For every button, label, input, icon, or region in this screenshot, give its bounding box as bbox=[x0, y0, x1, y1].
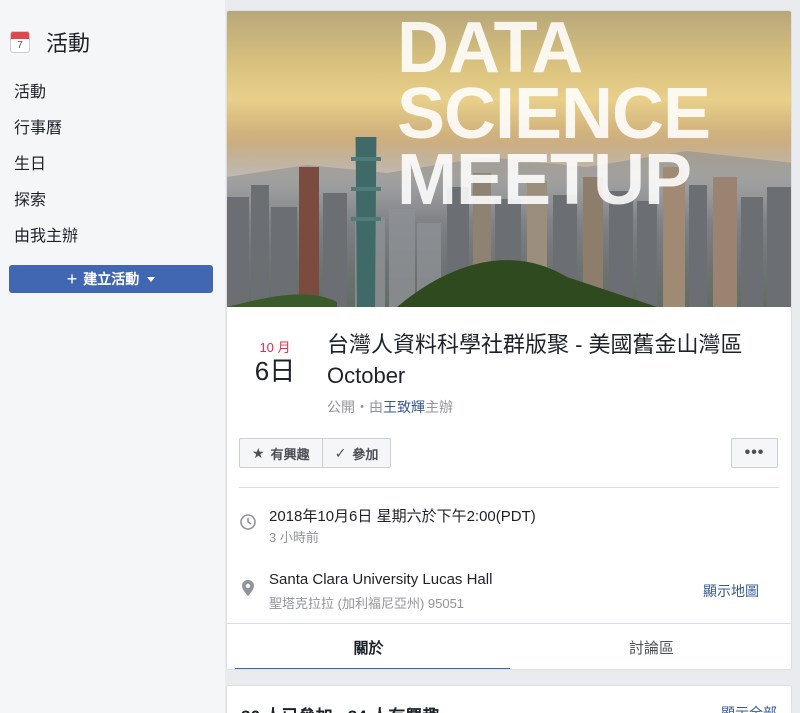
see-all-link[interactable]: 顯示全部 bbox=[721, 703, 777, 713]
tab-about[interactable]: 關於 bbox=[227, 624, 510, 669]
left-sidebar: 7 活動 活動 行事曆 生日 探索 由我主辦 + 建立活動 bbox=[0, 0, 225, 713]
show-map-link[interactable]: 顯示地圖 bbox=[703, 581, 759, 601]
event-title: 台灣人資料科學社群版聚 - 美國舊金山灣區 October bbox=[327, 332, 743, 388]
event-host-suffix: 主辦 bbox=[425, 399, 453, 415]
cover-text: DATA SCIENCE MEETUP bbox=[397, 11, 711, 220]
event-location-address: 聖塔克拉拉 (加利福尼亞州) 95051 bbox=[269, 596, 465, 611]
sidebar-item-birthdays[interactable]: 生日 bbox=[14, 150, 46, 174]
plus-icon: + bbox=[66, 268, 78, 289]
calendar-icon: 7 bbox=[10, 31, 30, 53]
create-event-label: 建立活動 bbox=[83, 271, 140, 287]
event-day: 6日 bbox=[254, 356, 296, 386]
star-icon: ★ bbox=[252, 444, 265, 461]
event-host-link[interactable]: 王致輝 bbox=[383, 399, 425, 415]
event-month: 10 月 bbox=[259, 340, 291, 355]
going-label: 參加 bbox=[352, 446, 379, 462]
divider bbox=[239, 487, 779, 488]
sidebar-title: 活動 bbox=[46, 31, 91, 56]
event-meta: 公開・由王致輝主辦 bbox=[327, 397, 453, 417]
interested-button[interactable]: ★ 有興趣 bbox=[240, 439, 322, 467]
tab-discussion[interactable]: 討論區 bbox=[510, 624, 791, 669]
location-pin-icon bbox=[242, 580, 254, 596]
event-privacy: 公開・由 bbox=[327, 399, 383, 415]
event-cover-photo: DATA SCIENCE MEETUP bbox=[227, 11, 791, 307]
event-tabs: 關於 討論區 bbox=[227, 623, 791, 669]
clock-icon bbox=[240, 514, 256, 530]
caret-down-icon bbox=[147, 276, 156, 282]
attendance-summary: 36 人已參加 · 34 人有興趣 bbox=[241, 702, 439, 713]
sidebar-header: 7 活動 bbox=[10, 26, 90, 58]
sidebar-item-events[interactable]: 活動 bbox=[14, 78, 46, 102]
event-date-badge: 10 月 6日 bbox=[249, 337, 301, 386]
interested-label: 有興趣 bbox=[270, 446, 310, 462]
event-card: DATA SCIENCE MEETUP 10 月 6日 台灣人資料科學社群版聚 … bbox=[226, 10, 792, 670]
sidebar-item-discover[interactable]: 探索 bbox=[14, 186, 46, 210]
more-options-button[interactable]: ••• bbox=[731, 438, 778, 468]
sidebar-item-calendar[interactable]: 行事曆 bbox=[14, 114, 62, 138]
rsvp-button-group: ★ 有興趣 ✓ 參加 bbox=[239, 438, 392, 468]
event-location-name[interactable]: Santa Clara University Lucas Hall bbox=[269, 571, 492, 588]
going-button[interactable]: ✓ 參加 bbox=[321, 439, 391, 467]
checkmark-icon: ✓ bbox=[334, 444, 347, 461]
event-datetime: 2018年10月6日 星期六於下午2:00(PDT) bbox=[269, 508, 536, 525]
sidebar-item-hosting[interactable]: 由我主辦 bbox=[14, 222, 78, 246]
create-event-button[interactable]: + 建立活動 bbox=[9, 265, 213, 293]
attendance-card: 36 人已參加 · 34 人有興趣 顯示全部 bbox=[226, 685, 792, 713]
event-time-relative: 3 小時前 bbox=[269, 530, 319, 545]
